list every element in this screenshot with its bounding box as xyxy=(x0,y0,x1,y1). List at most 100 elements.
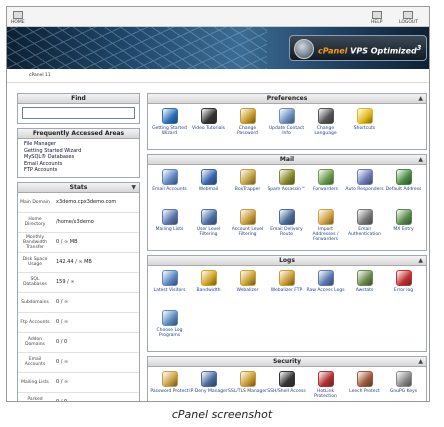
item-auth[interactable]: Email Authentication xyxy=(345,208,384,248)
item-raw-log[interactable]: Raw Access Logs xyxy=(306,269,345,309)
logout-icon xyxy=(403,11,414,19)
item-label: Account Level Filtering xyxy=(231,227,264,237)
item-label: Video Tutorials xyxy=(192,126,225,131)
webalizer-icon xyxy=(239,270,256,286)
collapse-arrow-icon[interactable]: ▼ xyxy=(131,183,136,193)
mx-icon xyxy=(395,209,412,225)
webmail-icon xyxy=(200,169,217,185)
item-label: Email Delivery Route xyxy=(270,227,303,237)
breadcrumb: cPanel 11 xyxy=(7,69,429,83)
logout-button[interactable]: LOGOUT xyxy=(399,9,418,25)
collapse-arrow-icon[interactable]: ▲ xyxy=(418,256,423,266)
frequent-link[interactable]: FTP Accounts xyxy=(24,167,133,174)
item-wizard[interactable]: Getting Started Wizard xyxy=(150,107,189,147)
item-webmail[interactable]: Webmail xyxy=(189,168,228,208)
collapse-arrow-icon[interactable]: ▲ xyxy=(418,155,423,165)
item-ssl[interactable]: SSL/TLS Manager xyxy=(228,370,267,401)
item-visitors[interactable]: Latest Visitors xyxy=(150,269,189,309)
item-mail[interactable]: Email Accounts xyxy=(150,168,189,208)
group-mail: Mail ▲ Email Accounts Webmail BoxTrapper Spam… xyxy=(147,154,427,251)
route-icon xyxy=(278,209,295,225)
language-icon xyxy=(317,108,334,124)
item-shell[interactable]: SSH/Shell Access xyxy=(267,370,306,401)
leech-icon xyxy=(356,371,373,387)
item-label: Auto Responders xyxy=(345,187,384,192)
stats-label: Email Accounts xyxy=(24,357,46,367)
group-title[interactable]: Security ▲ xyxy=(148,357,426,367)
item-user-filter[interactable]: User Level Filtering xyxy=(189,208,228,248)
stats-value: 0 / ∞ xyxy=(56,359,69,365)
item-label: Leech Protect xyxy=(349,389,380,394)
breadcrumb-link[interactable]: cPanel 11 xyxy=(29,73,51,78)
item-label: Webalizer xyxy=(236,288,259,293)
item-leech[interactable]: Leech Protect xyxy=(345,370,384,401)
item-label: Forwarders xyxy=(312,187,339,192)
item-import[interactable]: Import Addresses / Forwarders xyxy=(306,208,345,248)
item-hotlink[interactable]: HotLink Protection xyxy=(306,370,345,401)
stats-table: Main Domain x3demo.cpx3demo.com Home Direc… xyxy=(18,193,139,402)
group-title[interactable]: Preferences ▲ xyxy=(148,94,426,104)
help-button[interactable]: HELP xyxy=(371,9,382,25)
item-webalizer[interactable]: Webalizer xyxy=(228,269,267,309)
item-label: Webalizer FTP xyxy=(270,288,303,293)
item-key[interactable]: Change Password xyxy=(228,107,267,147)
item-spam[interactable]: Spam Assassin™ xyxy=(267,168,306,208)
ssl-icon xyxy=(239,371,256,387)
item-padlock[interactable]: Password Protect xyxy=(150,370,189,401)
item-label: SSH/Shell Access xyxy=(267,389,306,394)
item-star[interactable]: Shortcuts xyxy=(345,107,384,147)
item-label: Change Language xyxy=(314,126,337,136)
item-autoresponder[interactable]: Auto Responders xyxy=(345,168,384,208)
item-trap[interactable]: BoxTrapper xyxy=(228,168,267,208)
item-label: Spam Assassin™ xyxy=(267,187,306,192)
item-ip-deny[interactable]: IP Deny Manager xyxy=(189,370,228,401)
collapse-arrow-icon[interactable]: ▲ xyxy=(418,357,423,367)
item-label: Bandwidth xyxy=(196,288,221,293)
keys-icon xyxy=(395,371,412,387)
item-mx[interactable]: MX Entry xyxy=(384,208,423,248)
item-label: Import Addresses / Forwarders xyxy=(312,227,339,242)
group-preferences: Preferences ▲ Getting Started Wizard Video … xyxy=(147,93,427,150)
item-account-filter[interactable]: Account Level Filtering xyxy=(228,208,267,248)
stats-value: x3demo.cpx3demo.com xyxy=(56,199,117,205)
item-awstats[interactable]: Awstats xyxy=(345,269,384,309)
item-default-address[interactable]: Default Address xyxy=(384,168,423,208)
item-keys[interactable]: GnuPG Keys xyxy=(384,370,423,401)
stats-value: 0 / 0 xyxy=(56,399,68,402)
home-button[interactable]: HOME xyxy=(11,9,25,25)
item-webalizer-ftp[interactable]: Webalizer FTP xyxy=(267,269,306,309)
item-log-programs[interactable]: Choose Log Programs xyxy=(150,309,189,349)
find-input[interactable] xyxy=(22,107,135,119)
stats-value: 0 / ∞ MB xyxy=(56,239,78,245)
header-banner: cPanel VPS Optimized3 xyxy=(7,27,429,69)
item-forward[interactable]: Forwarders xyxy=(306,168,345,208)
group-title[interactable]: Mail ▲ xyxy=(148,155,426,165)
item-error-log[interactable]: Error log xyxy=(384,269,423,309)
item-label: MX Entry xyxy=(393,227,414,232)
stats-row: Home Directory/home/x3demo xyxy=(18,213,139,233)
group-title[interactable]: Logs ▲ xyxy=(148,256,426,266)
item-label: User Level Filtering xyxy=(196,227,221,237)
frequent-panel: Frequently Accessed Areas File Manager Ge… xyxy=(17,128,140,178)
find-panel: Find xyxy=(17,93,140,124)
item-label: Error log xyxy=(393,288,414,293)
stats-row: Addon Domains 0 / 0 xyxy=(18,333,139,353)
video-icon xyxy=(200,108,217,124)
stats-value: 0 / ∞ xyxy=(56,379,69,385)
stats-value: 0 / 0 xyxy=(56,339,68,345)
awstats-icon xyxy=(356,270,373,286)
item-contact[interactable]: Update Contact Info xyxy=(267,107,306,147)
item-bandwidth[interactable]: Bandwidth xyxy=(189,269,228,309)
help-icon xyxy=(371,11,382,19)
stats-label: Main Domain xyxy=(20,199,50,205)
stats-value: 0 / ∞ xyxy=(56,319,69,325)
item-label: Email Accounts xyxy=(152,187,187,192)
item-language[interactable]: Change Language xyxy=(306,107,345,147)
item-list[interactable]: Mailing Lists xyxy=(150,208,189,248)
hotlink-icon xyxy=(317,371,334,387)
item-route[interactable]: Email Delivery Route xyxy=(267,208,306,248)
item-video[interactable]: Video Tutorials xyxy=(189,107,228,147)
collapse-arrow-icon[interactable]: ▲ xyxy=(418,94,423,104)
item-label: HotLink Protection xyxy=(314,389,337,399)
cpanel-screenshot: HOME HELP LOGOUT cPanel VPS Optimized3 c… xyxy=(6,6,430,402)
